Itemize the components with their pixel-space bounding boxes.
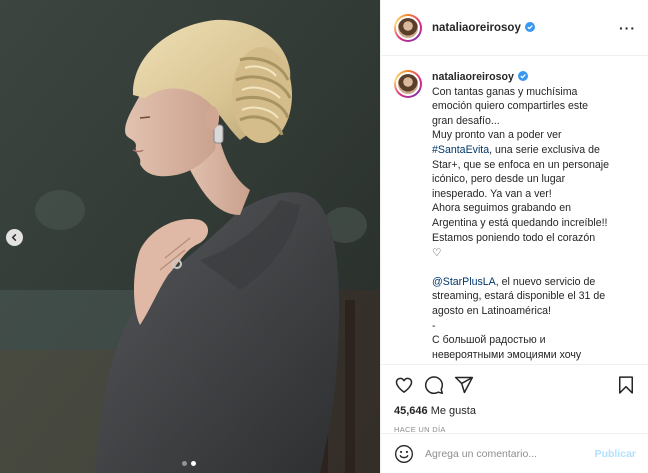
emoji-picker-icon[interactable] bbox=[394, 444, 414, 464]
post-sidebar: nataliaoreirosoy ··· nataliaoreirosoy Co… bbox=[380, 0, 648, 473]
share-direct-icon[interactable] bbox=[454, 375, 474, 395]
caption-area: nataliaoreirosoy Con tantas ganas y much… bbox=[381, 56, 648, 364]
mention-link[interactable]: @StarPlusLA bbox=[432, 276, 496, 288]
caption-line: Ahora seguimos grabando en bbox=[432, 202, 571, 215]
publish-comment-button[interactable]: Publicar bbox=[595, 448, 636, 460]
comment-input[interactable] bbox=[425, 447, 585, 460]
caption-line: невероятными эмоциями хочу bbox=[432, 348, 582, 361]
caption-line: Con tantas ganas y muchísima bbox=[432, 85, 578, 98]
caption-line: inesperado. Ya van a ver! bbox=[432, 187, 552, 200]
more-options-button[interactable]: ··· bbox=[619, 21, 636, 35]
caption-line: streaming, estará disponible el 31 de bbox=[432, 290, 606, 303]
likes-count[interactable]: 45,646 Me gusta bbox=[394, 405, 636, 417]
bookmark-save-icon[interactable] bbox=[616, 375, 636, 395]
post-image bbox=[0, 0, 380, 473]
caption-line: gran desafío... bbox=[432, 114, 500, 127]
post-photo[interactable] bbox=[0, 0, 380, 473]
caption-line: icónico, pero desde un lugar bbox=[432, 173, 566, 186]
verified-badge-icon bbox=[524, 21, 535, 32]
caption-line: agosto en Latinoamérica! bbox=[432, 304, 551, 317]
caption-line: Muy pronto van a poder ver bbox=[432, 129, 562, 142]
caption-line: Star+, que se enfoca en un personaje bbox=[432, 158, 609, 171]
carousel-dot-active bbox=[191, 461, 196, 466]
hashtag-link[interactable]: #SantaEvita bbox=[432, 144, 489, 156]
caption-line: - bbox=[432, 319, 436, 332]
chevron-left-icon bbox=[11, 233, 17, 242]
post-caption: nataliaoreirosoy Con tantas ganas y much… bbox=[432, 70, 636, 364]
caption-line: Estamos poniendo todo el corazón bbox=[432, 231, 596, 244]
comment-icon[interactable] bbox=[424, 375, 444, 395]
caption-text: , el nuevo servicio de bbox=[495, 275, 596, 288]
heart-emoji: ♡ bbox=[432, 247, 442, 260]
author-avatar[interactable] bbox=[394, 13, 422, 42]
caption-line: emoción quiero compartirles este bbox=[432, 100, 589, 113]
carousel-prev-button[interactable] bbox=[6, 229, 23, 246]
caption-text: , una serie exclusiva de bbox=[489, 143, 600, 156]
caption-avatar[interactable] bbox=[394, 70, 422, 98]
carousel-dot bbox=[182, 461, 187, 466]
caption-line: Argentina y está quedando increíble!! bbox=[432, 216, 608, 229]
caption-line: С большой радостью и bbox=[432, 334, 546, 347]
verified-badge-icon bbox=[517, 71, 528, 81]
author-username[interactable]: nataliaoreirosoy bbox=[432, 21, 535, 34]
carousel-indicator bbox=[182, 461, 196, 466]
add-comment-bar: Publicar bbox=[381, 433, 648, 473]
post-header: nataliaoreirosoy ··· bbox=[381, 0, 648, 56]
caption-username[interactable]: nataliaoreirosoy bbox=[432, 71, 514, 83]
like-heart-icon[interactable] bbox=[394, 375, 414, 395]
instagram-post-dialog: nataliaoreirosoy ··· nataliaoreirosoy Co… bbox=[0, 0, 648, 473]
action-bar bbox=[394, 373, 636, 397]
